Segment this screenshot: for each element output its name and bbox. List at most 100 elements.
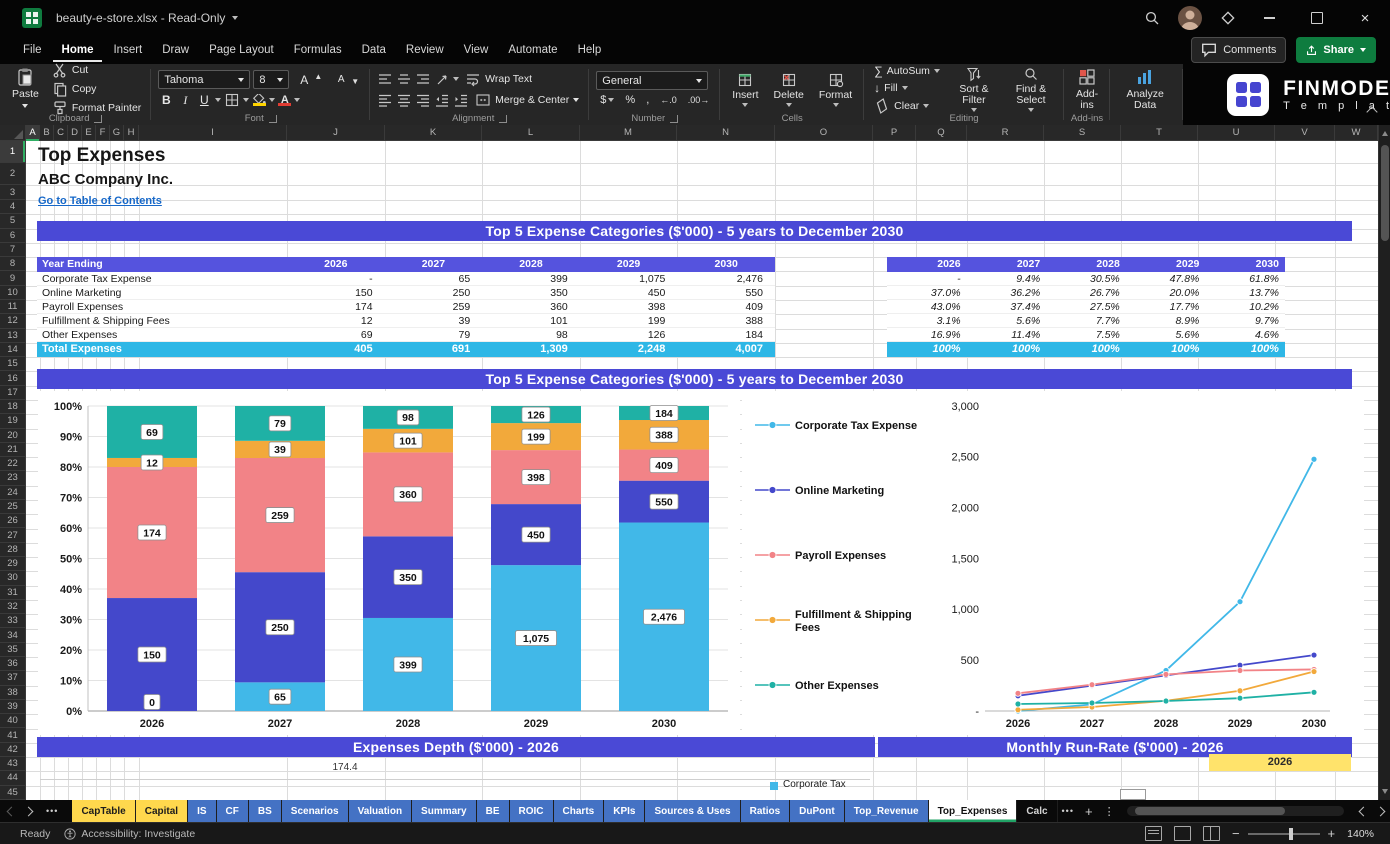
increase-font-button[interactable]: A▲ bbox=[292, 72, 326, 88]
diamond-icon[interactable] bbox=[1220, 10, 1236, 26]
expense-value[interactable]: 259 bbox=[385, 300, 483, 313]
sheet-tab-capital[interactable]: Capital bbox=[136, 800, 188, 822]
pct-value[interactable]: 9.4% bbox=[967, 272, 1047, 285]
increase-decimal-button[interactable]: ←.0 bbox=[656, 94, 681, 106]
column-headers[interactable]: ABCDEFGHIJKLMNOPQRSTUVW bbox=[0, 125, 1378, 141]
orientation-icon[interactable] bbox=[434, 71, 450, 87]
expense-value[interactable]: 126 bbox=[580, 328, 678, 341]
underline-dropdown-icon[interactable] bbox=[215, 98, 221, 102]
pct-total-value[interactable]: 100% bbox=[1046, 342, 1126, 357]
tab-options-icon[interactable]: ⋮ bbox=[1100, 805, 1119, 818]
row-header-22[interactable]: 22 bbox=[0, 457, 25, 471]
pct-value[interactable]: 9.7% bbox=[1205, 314, 1285, 327]
vertical-scrollbar-thumb[interactable] bbox=[1381, 145, 1389, 241]
total-value[interactable]: 2,248 bbox=[580, 342, 678, 357]
col-header-T[interactable]: T bbox=[1121, 125, 1198, 141]
italic-button[interactable]: I bbox=[177, 93, 193, 108]
format-cells-button[interactable]: Format bbox=[814, 67, 857, 111]
row-header-8[interactable]: 8 bbox=[0, 257, 25, 271]
align-center-icon[interactable] bbox=[396, 92, 412, 108]
pct-value[interactable]: 30.5% bbox=[1046, 272, 1126, 285]
menu-item-formulas[interactable]: Formulas bbox=[285, 39, 351, 62]
paste-button[interactable]: Paste bbox=[7, 67, 44, 111]
vertical-scrollbar[interactable] bbox=[1378, 125, 1390, 800]
total-value[interactable]: 1,309 bbox=[482, 342, 580, 357]
col-header-C[interactable]: C bbox=[54, 125, 68, 141]
line-chart[interactable]: -5001,0001,5002,0002,5003,00020262027202… bbox=[742, 391, 1364, 735]
row-header-14[interactable]: 14 bbox=[0, 343, 25, 357]
expense-value[interactable]: 450 bbox=[580, 286, 678, 299]
clipboard-dialog-launcher-icon[interactable] bbox=[94, 115, 102, 123]
number-format-select[interactable]: General bbox=[596, 71, 708, 90]
sheet-tab-cf[interactable]: CF bbox=[217, 800, 249, 822]
expense-value[interactable]: 399 bbox=[482, 272, 580, 285]
pct-value[interactable]: 7.5% bbox=[1046, 328, 1126, 341]
pct-value[interactable]: 17.7% bbox=[1126, 300, 1206, 313]
row-header-37[interactable]: 37 bbox=[0, 671, 25, 685]
wrap-text-button[interactable]: Wrap Text bbox=[462, 70, 535, 88]
zoom-level[interactable]: 140% bbox=[1347, 828, 1374, 840]
pct-value[interactable]: 61.8% bbox=[1205, 272, 1285, 285]
year-header[interactable]: 2030 bbox=[677, 257, 775, 272]
zoom-out-button[interactable]: − bbox=[1232, 826, 1240, 841]
row-header-41[interactable]: 41 bbox=[0, 728, 25, 742]
pct-total-value[interactable]: 100% bbox=[967, 342, 1047, 357]
col-header-V[interactable]: V bbox=[1275, 125, 1335, 141]
row-header-21[interactable]: 21 bbox=[0, 443, 25, 457]
page-layout-view-icon[interactable] bbox=[1174, 826, 1191, 841]
col-header-L[interactable]: L bbox=[482, 125, 580, 141]
col-header-H[interactable]: H bbox=[124, 125, 139, 141]
scroll-down-arrow-icon[interactable] bbox=[1382, 789, 1388, 794]
pct-value[interactable]: 5.6% bbox=[1126, 328, 1206, 341]
sort-filter-button[interactable]: Sort & Filter bbox=[948, 67, 1000, 111]
col-header-K[interactable]: K bbox=[385, 125, 482, 141]
decrease-decimal-button[interactable]: .00→ bbox=[684, 94, 714, 106]
sheet-tab-captable[interactable]: CapTable bbox=[72, 800, 135, 822]
pct-value[interactable]: 20.0% bbox=[1126, 286, 1206, 299]
share-button[interactable]: Share bbox=[1296, 37, 1376, 63]
row-header-20[interactable]: 20 bbox=[0, 429, 25, 443]
pct-value[interactable]: 37.0% bbox=[887, 286, 967, 299]
row-header-6[interactable]: 6 bbox=[0, 229, 25, 243]
row-header-43[interactable]: 43 bbox=[0, 757, 25, 771]
tabs-scroll-left-icon[interactable] bbox=[7, 806, 17, 816]
excel-logo-icon[interactable] bbox=[22, 8, 42, 28]
row-header-28[interactable]: 28 bbox=[0, 543, 25, 557]
minimize-button[interactable] bbox=[1254, 5, 1284, 31]
col-header-A[interactable]: A bbox=[26, 125, 40, 141]
horizontal-scrollbar-thumb[interactable] bbox=[1135, 807, 1285, 815]
underline-button[interactable]: U bbox=[196, 93, 212, 107]
decrease-font-button[interactable]: A▼ bbox=[329, 72, 363, 87]
col-header-M[interactable]: M bbox=[580, 125, 677, 141]
close-button[interactable]: × bbox=[1350, 5, 1380, 31]
sheet-tab-top-expenses[interactable]: Top_Expenses bbox=[929, 800, 1018, 822]
window-title[interactable]: beauty-e-store.xlsx - Read-Only bbox=[56, 11, 238, 25]
search-icon[interactable] bbox=[1144, 10, 1160, 26]
banner-chart[interactable]: Top 5 Expense Categories ($'000) - 5 yea… bbox=[37, 369, 1352, 389]
merge-center-button[interactable]: Merge & Center bbox=[472, 91, 582, 109]
expense-value[interactable]: 79 bbox=[385, 328, 483, 341]
font-family-select[interactable]: Tahoma bbox=[158, 70, 250, 89]
find-select-button[interactable]: Find & Select bbox=[1005, 67, 1057, 111]
sheet-tab-dupont[interactable]: DuPont bbox=[790, 800, 845, 822]
total-label[interactable]: Total Expenses bbox=[37, 342, 287, 357]
expense-value[interactable]: 388 bbox=[677, 314, 775, 327]
pct-year-header[interactable]: 2027 bbox=[967, 257, 1047, 272]
col-header-N[interactable]: N bbox=[677, 125, 775, 141]
row-header-10[interactable]: 10 bbox=[0, 286, 25, 300]
expense-value[interactable]: 184 bbox=[677, 328, 775, 341]
pct-value[interactable]: 11.4% bbox=[967, 328, 1047, 341]
menu-item-automate[interactable]: Automate bbox=[499, 39, 566, 62]
row-header-40[interactable]: 40 bbox=[0, 714, 25, 728]
expense-value[interactable]: 398 bbox=[580, 300, 678, 313]
expense-label[interactable]: Payroll Expenses bbox=[37, 300, 287, 313]
pct-value[interactable]: 8.9% bbox=[1126, 314, 1206, 327]
col-header-S[interactable]: S bbox=[1044, 125, 1121, 141]
hscroll-right-icon[interactable] bbox=[1376, 806, 1386, 816]
expense-value[interactable]: 65 bbox=[385, 272, 483, 285]
sheet-tab-ratios[interactable]: Ratios bbox=[741, 800, 791, 822]
expense-label[interactable]: Online Marketing bbox=[37, 286, 287, 299]
row-header-45[interactable]: 45 bbox=[0, 786, 25, 800]
row-header-31[interactable]: 31 bbox=[0, 586, 25, 600]
row-header-2[interactable]: 2 bbox=[0, 163, 25, 185]
